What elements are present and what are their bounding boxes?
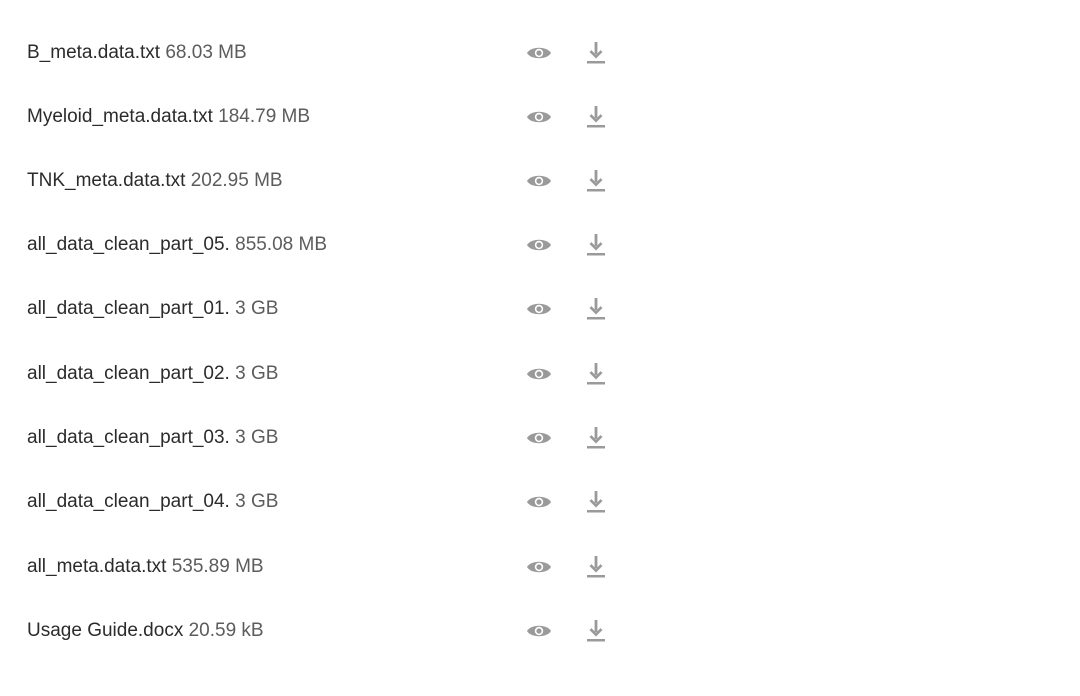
eye-icon bbox=[527, 561, 551, 573]
file-list: B_meta.data.txt 68.03 MB Myeloid_meta.da… bbox=[0, 0, 1080, 696]
file-row: TNK_meta.data.txt 202.95 MB bbox=[0, 161, 640, 201]
preview-button[interactable] bbox=[524, 611, 554, 651]
file-name: Usage Guide.docx bbox=[27, 620, 184, 641]
eye-icon bbox=[527, 303, 551, 315]
preview-button[interactable] bbox=[524, 547, 554, 587]
file-info: B_meta.data.txt 68.03 MB bbox=[27, 33, 247, 73]
file-info: all_meta.data.txt 535.89 MB bbox=[27, 547, 264, 587]
preview-button[interactable] bbox=[524, 418, 554, 458]
preview-button[interactable] bbox=[524, 354, 554, 394]
download-icon bbox=[587, 106, 605, 128]
preview-button[interactable] bbox=[524, 33, 554, 73]
file-size: 20.59 kB bbox=[188, 620, 264, 641]
preview-button[interactable] bbox=[524, 289, 554, 329]
file-row: all_data_clean_part_04. 3 GB bbox=[0, 482, 640, 522]
file-row: all_data_clean_part_05. 855.08 MB bbox=[0, 225, 640, 265]
file-size: 3 GB bbox=[235, 363, 279, 384]
eye-icon bbox=[527, 368, 551, 380]
file-size: 3 GB bbox=[235, 427, 279, 448]
file-row: Myeloid_meta.data.txt 184.79 MB bbox=[0, 97, 640, 137]
preview-button[interactable] bbox=[524, 97, 554, 137]
eye-icon bbox=[527, 175, 551, 187]
file-row: all_meta.data.txt 535.89 MB bbox=[0, 547, 640, 587]
download-icon bbox=[587, 620, 605, 642]
file-name: all_data_clean_part_04. bbox=[27, 491, 230, 512]
file-name: all_data_clean_part_05. bbox=[27, 234, 230, 255]
file-info: all_data_clean_part_04. 3 GB bbox=[27, 482, 278, 522]
download-icon bbox=[587, 234, 605, 256]
eye-icon bbox=[527, 239, 551, 251]
file-name: Myeloid_meta.data.txt bbox=[27, 106, 213, 127]
file-size: 3 GB bbox=[235, 491, 279, 512]
file-info: Usage Guide.docx 20.59 kB bbox=[27, 611, 264, 651]
eye-icon bbox=[527, 496, 551, 508]
file-name: B_meta.data.txt bbox=[27, 42, 161, 63]
file-name: TNK_meta.data.txt bbox=[27, 170, 186, 191]
download-button[interactable] bbox=[581, 418, 611, 458]
file-row: all_data_clean_part_01. 3 GB bbox=[0, 289, 640, 329]
download-button[interactable] bbox=[581, 33, 611, 73]
file-name: all_data_clean_part_01. bbox=[27, 298, 230, 319]
file-info: all_data_clean_part_03. 3 GB bbox=[27, 418, 278, 458]
download-icon bbox=[587, 491, 605, 513]
file-info: all_data_clean_part_02. 3 GB bbox=[27, 354, 278, 394]
download-icon bbox=[587, 298, 605, 320]
download-button[interactable] bbox=[581, 97, 611, 137]
file-size: 202.95 MB bbox=[190, 170, 283, 191]
file-row: B_meta.data.txt 68.03 MB bbox=[0, 33, 640, 73]
download-icon bbox=[587, 363, 605, 385]
download-button[interactable] bbox=[581, 289, 611, 329]
file-name: all_data_clean_part_02. bbox=[27, 363, 230, 384]
download-button[interactable] bbox=[581, 547, 611, 587]
preview-button[interactable] bbox=[524, 225, 554, 265]
download-icon bbox=[587, 170, 605, 192]
file-name: all_data_clean_part_03. bbox=[27, 427, 230, 448]
file-size: 535.89 MB bbox=[171, 556, 264, 577]
file-info: all_data_clean_part_05. 855.08 MB bbox=[27, 225, 327, 265]
download-button[interactable] bbox=[581, 161, 611, 201]
file-info: TNK_meta.data.txt 202.95 MB bbox=[27, 161, 283, 201]
preview-button[interactable] bbox=[524, 482, 554, 522]
preview-button[interactable] bbox=[524, 161, 554, 201]
file-size: 68.03 MB bbox=[165, 42, 247, 63]
file-size: 3 GB bbox=[235, 298, 279, 319]
eye-icon bbox=[527, 625, 551, 637]
download-icon bbox=[587, 427, 605, 449]
download-button[interactable] bbox=[581, 482, 611, 522]
file-row: Usage Guide.docx 20.59 kB bbox=[0, 611, 640, 651]
eye-icon bbox=[527, 432, 551, 444]
file-size: 855.08 MB bbox=[235, 234, 328, 255]
download-icon bbox=[587, 556, 605, 578]
eye-icon bbox=[527, 111, 551, 123]
download-button[interactable] bbox=[581, 225, 611, 265]
file-row: all_data_clean_part_02. 3 GB bbox=[0, 354, 640, 394]
file-name: all_meta.data.txt bbox=[27, 556, 167, 577]
file-row: all_data_clean_part_03. 3 GB bbox=[0, 418, 640, 458]
eye-icon bbox=[527, 47, 551, 59]
file-info: all_data_clean_part_01. 3 GB bbox=[27, 289, 278, 329]
download-icon bbox=[587, 42, 605, 64]
file-info: Myeloid_meta.data.txt 184.79 MB bbox=[27, 97, 310, 137]
download-button[interactable] bbox=[581, 354, 611, 394]
file-size: 184.79 MB bbox=[218, 106, 311, 127]
download-button[interactable] bbox=[581, 611, 611, 651]
